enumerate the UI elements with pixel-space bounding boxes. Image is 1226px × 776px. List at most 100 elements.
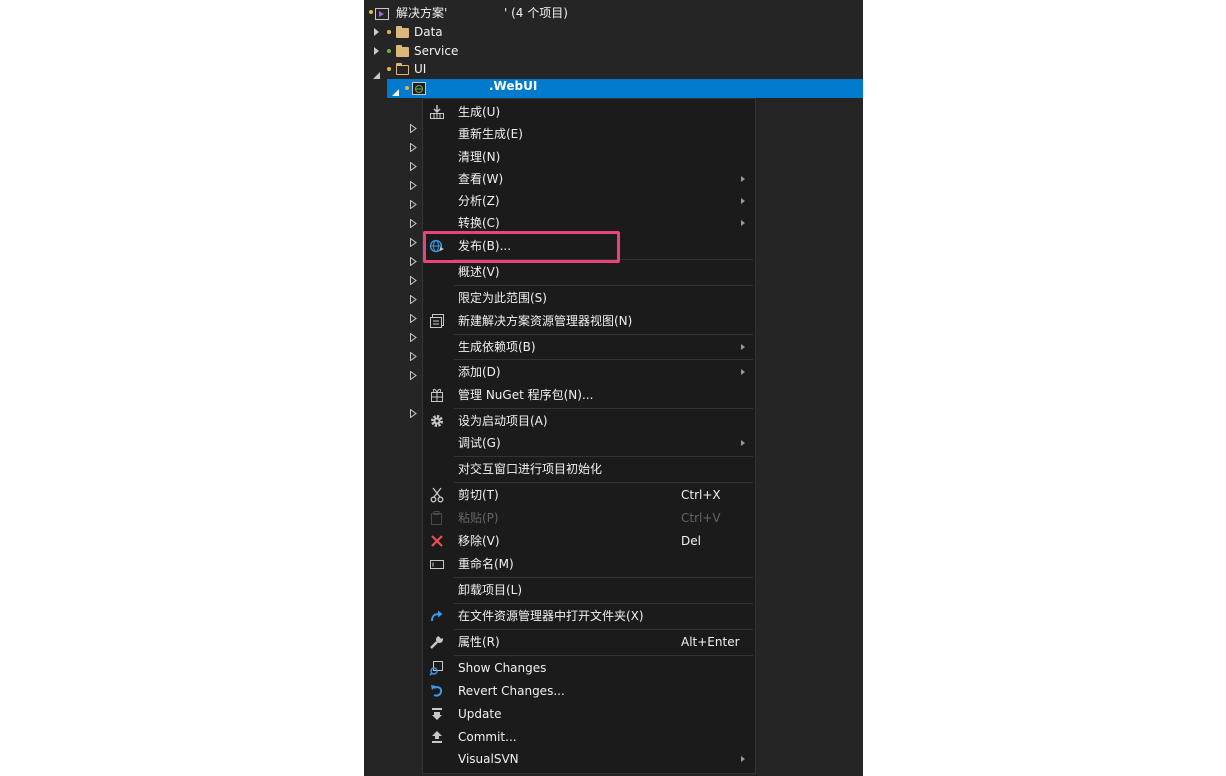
menu-item-shortcut: Ctrl+V [681, 511, 721, 525]
expand-arrow-icon[interactable] [410, 350, 417, 364]
menu-item-remove[interactable]: 移除(V) Del [423, 530, 755, 552]
expand-arrow-icon[interactable] [410, 179, 417, 193]
menu-item-label: Update [458, 707, 502, 721]
folder-icon [396, 26, 409, 38]
menu-item-label: 重新生成(E) [458, 127, 523, 141]
tree-item-label: Data [414, 25, 443, 39]
menu-separator [454, 285, 753, 286]
expand-arrow-icon[interactable] [374, 28, 379, 36]
nuget-package-icon [429, 387, 445, 403]
menu-item-paste[interactable]: 粘贴(P) Ctrl+V [423, 507, 755, 529]
menu-item-cut[interactable]: 剪切(T) Ctrl+X [423, 484, 755, 506]
menu-separator [454, 482, 753, 483]
web-project-icon [412, 82, 426, 95]
menu-item-label: 卸载项目(L) [458, 583, 523, 597]
menu-item-add[interactable]: 添加(D) [423, 361, 755, 383]
update-download-icon [429, 706, 445, 722]
tree-item-webui-selected[interactable]: .WebUI [387, 79, 863, 98]
solution-project-count: ' (4 个项目) [504, 6, 568, 20]
expand-arrow-icon[interactable] [410, 331, 417, 345]
expand-arrow-icon[interactable] [410, 274, 417, 288]
menu-item-show-changes[interactable]: Show Changes [423, 657, 755, 679]
menu-item-label: 设为启动项目(A) [458, 414, 548, 428]
menu-item-analyze[interactable]: 分析(Z) [423, 190, 755, 212]
expand-arrow-icon[interactable] [410, 407, 417, 421]
menu-item-label: 清理(N) [458, 150, 501, 164]
solution-row[interactable]: 解决方案' ' (4 个项目) [364, 4, 863, 23]
menu-separator [454, 603, 753, 604]
menu-separator [454, 456, 753, 457]
menu-item-label: 生成(U) [458, 105, 501, 119]
menu-item-label: 分析(Z) [458, 194, 500, 208]
menu-item-debug[interactable]: 调试(G) [423, 432, 755, 454]
expand-arrow-icon[interactable] [410, 255, 417, 269]
menu-separator [454, 629, 753, 630]
pending-change-dot [387, 30, 391, 34]
menu-item-rename[interactable]: 重命名(M) [423, 553, 755, 575]
tree-item-data[interactable]: Data [364, 23, 863, 42]
expand-arrow-icon[interactable] [410, 141, 417, 155]
gear-icon [429, 413, 445, 429]
menu-item-shortcut: Del [681, 534, 701, 548]
delete-x-icon [429, 533, 445, 549]
menu-item-update[interactable]: Update [423, 703, 755, 725]
menu-item-label: Commit... [458, 730, 517, 744]
pending-change-dot [387, 67, 391, 71]
menu-item-overview[interactable]: 概述(V) [423, 261, 755, 283]
menu-item-scope[interactable]: 限定为此范围(S) [423, 287, 755, 309]
expand-arrow-icon[interactable] [410, 236, 417, 250]
menu-item-build[interactable]: 生成(U) [423, 101, 755, 123]
open-folder-icon [396, 63, 409, 75]
new-view-icon [429, 313, 445, 329]
menu-item-rebuild[interactable]: 重新生成(E) [423, 123, 755, 145]
folder-icon [396, 45, 409, 57]
menu-item-label: 管理 NuGet 程序包(N)... [458, 388, 594, 402]
menu-item-open-folder[interactable]: 在文件资源管理器中打开文件夹(X) [423, 605, 755, 627]
menu-item-new-view[interactable]: 新建解决方案资源管理器视图(N) [423, 310, 755, 332]
menu-item-visualsvn[interactable]: VisualSVN [423, 748, 755, 770]
menu-separator [454, 408, 753, 409]
rename-icon [429, 556, 445, 572]
menu-item-build-deps[interactable]: 生成依赖项(B) [423, 336, 755, 358]
menu-item-properties[interactable]: 属性(R) Alt+Enter [423, 631, 755, 653]
submenu-arrow-icon [741, 176, 745, 182]
menu-item-commit[interactable]: Commit... [423, 726, 755, 748]
menu-item-label: VisualSVN [458, 752, 519, 766]
submenu-arrow-icon [741, 440, 745, 446]
redirect-arrow-icon [429, 608, 445, 624]
collapse-arrow-icon[interactable] [373, 66, 380, 79]
expand-arrow-icon[interactable] [374, 47, 379, 55]
collapse-arrow-icon[interactable] [392, 85, 399, 96]
expand-arrow-icon[interactable] [410, 122, 417, 136]
expand-arrow-icon[interactable] [410, 217, 417, 231]
menu-item-label: 概述(V) [458, 265, 500, 279]
submenu-arrow-icon [741, 756, 745, 762]
menu-separator [454, 577, 753, 578]
expand-arrow-icon[interactable] [410, 293, 417, 307]
menu-item-label: 重命名(M) [458, 557, 514, 571]
expand-arrow-icon[interactable] [410, 198, 417, 212]
publish-highlight-box [423, 231, 620, 263]
submenu-arrow-icon [741, 220, 745, 226]
menu-separator [454, 334, 753, 335]
tree-item-service[interactable]: Service [364, 42, 863, 61]
menu-item-unload[interactable]: 卸载项目(L) [423, 579, 755, 601]
menu-item-label: 限定为此范围(S) [458, 291, 547, 305]
menu-item-revert-changes[interactable]: Revert Changes... [423, 680, 755, 702]
menu-item-view[interactable]: 查看(W) [423, 168, 755, 190]
menu-item-shortcut: Ctrl+X [681, 488, 721, 502]
menu-item-label: 属性(R) [458, 635, 500, 649]
menu-item-set-startup[interactable]: 设为启动项目(A) [423, 410, 755, 432]
expand-arrow-icon[interactable] [410, 312, 417, 326]
pending-change-dot [405, 86, 409, 90]
menu-item-interactive-init[interactable]: 对交互窗口进行项目初始化 [423, 458, 755, 480]
expand-arrow-icon[interactable] [410, 160, 417, 174]
pending-change-dot [369, 10, 373, 14]
tree-item-ui[interactable]: UI [364, 60, 863, 79]
menu-separator [454, 655, 753, 656]
show-changes-icon [429, 660, 445, 676]
menu-item-label: 剪切(T) [458, 488, 499, 502]
expand-arrow-icon[interactable] [410, 369, 417, 383]
menu-item-clean[interactable]: 清理(N) [423, 146, 755, 168]
menu-item-nuget[interactable]: 管理 NuGet 程序包(N)... [423, 384, 755, 406]
